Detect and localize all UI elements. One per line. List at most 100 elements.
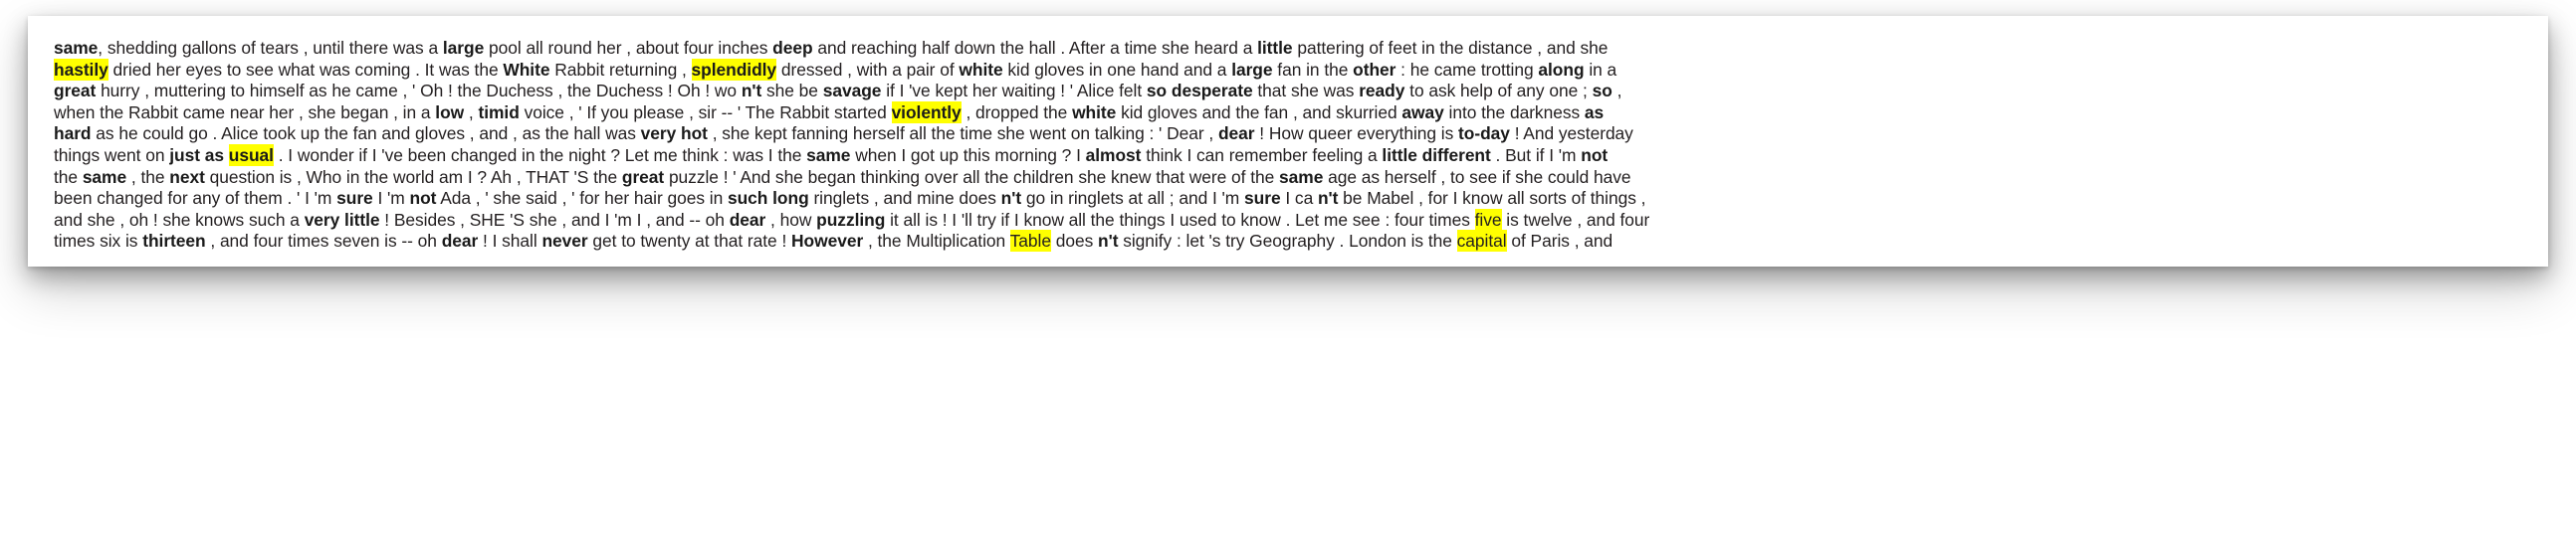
text-line: and she , oh ! she knows such a very lit… bbox=[54, 208, 2526, 232]
text-run: : he came trotting bbox=[1395, 59, 1539, 80]
text-run: think I can remember feeling a bbox=[1141, 144, 1383, 165]
bold-term: large bbox=[442, 38, 485, 58]
bold-term: low bbox=[435, 101, 465, 122]
bold-term: never bbox=[541, 231, 588, 252]
text-line: things went on just as usual . I wonder … bbox=[54, 143, 2526, 167]
text-run: kid gloves in one hand and a bbox=[1002, 59, 1232, 80]
highlighted-term[interactable]: splendidly bbox=[691, 58, 776, 81]
text-run: she be bbox=[761, 81, 823, 101]
bold-term: away bbox=[1401, 101, 1444, 122]
bold-term: large bbox=[1231, 59, 1273, 80]
bold-term: dear bbox=[441, 231, 479, 252]
bold-term: along bbox=[1538, 59, 1585, 80]
bold-term: White bbox=[503, 59, 550, 80]
text-run: , bbox=[1611, 81, 1622, 101]
text-line: same, shedding gallons of tears , until … bbox=[54, 38, 2526, 60]
text-run: when I got up this morning ? I bbox=[850, 144, 1086, 165]
text-run: signify : let 's try Geography . London … bbox=[1118, 231, 1457, 252]
text-run: voice , ' If you please , sir -- ' The R… bbox=[519, 101, 892, 122]
text-run: pattering of feet in the distance , and … bbox=[1292, 38, 1609, 58]
text-run: it all is ! I 'll try if I know all the … bbox=[885, 209, 1475, 230]
text-run: things went on bbox=[54, 144, 170, 165]
bold-term: just as bbox=[169, 144, 229, 165]
screenshot-root: same, shedding gallons of tears , until … bbox=[0, 0, 2576, 553]
highlighted-term[interactable]: five bbox=[1474, 208, 1502, 231]
text-run: I ca bbox=[1280, 188, 1318, 209]
bold-term: little different bbox=[1382, 144, 1491, 165]
text-run: , dropped the bbox=[961, 101, 1073, 122]
bold-term: timid bbox=[478, 101, 520, 122]
bold-term: puzzling bbox=[816, 209, 886, 230]
text-run: , and four times seven is -- oh bbox=[205, 231, 442, 252]
bold-term: n't bbox=[1317, 188, 1339, 209]
text-run: been changed for any of them . ' I 'm bbox=[54, 188, 337, 209]
text-line: hastily dried her eyes to see what was c… bbox=[54, 58, 2526, 82]
bold-term: thirteen bbox=[142, 231, 206, 252]
text-run: age as herself , to see if she could hav… bbox=[1323, 166, 1631, 187]
text-run: kid gloves and the fan , and skurried bbox=[1116, 101, 1402, 122]
text-page-card: same, shedding gallons of tears , until … bbox=[28, 16, 2548, 267]
text-run: times six is bbox=[54, 231, 143, 252]
text-run: is twelve , and four bbox=[1501, 209, 1650, 230]
bold-term: so desperate bbox=[1146, 81, 1253, 101]
highlighted-term[interactable]: Table bbox=[1009, 230, 1051, 253]
highlighted-term[interactable]: hastily bbox=[54, 58, 108, 81]
text-run: go in ringlets at all ; and I 'm bbox=[1021, 188, 1245, 209]
text-run: , how bbox=[765, 209, 817, 230]
bold-term: little bbox=[1257, 38, 1293, 58]
bold-term: savage bbox=[822, 81, 882, 101]
bold-term: white bbox=[959, 59, 1003, 80]
text-run: of Paris , and bbox=[1506, 231, 1613, 252]
text-run: Ada , ' she said , ' for her hair goes i… bbox=[436, 188, 728, 209]
bold-term: deep bbox=[772, 38, 813, 58]
bold-term: next bbox=[169, 166, 205, 187]
text-run: question is , Who in the world am I ? Ah… bbox=[204, 166, 622, 187]
text-line: the same , the next question is , Who in… bbox=[54, 167, 2526, 189]
text-run: in a bbox=[1584, 59, 1617, 80]
text-run: , the bbox=[126, 166, 170, 187]
highlighted-term[interactable]: capital bbox=[1456, 230, 1507, 253]
bold-term: sure bbox=[1244, 188, 1281, 209]
bold-term: ready bbox=[1359, 81, 1405, 101]
bold-term: n't bbox=[1000, 188, 1022, 209]
highlighted-term[interactable]: usual bbox=[228, 143, 274, 166]
bold-term: sure bbox=[336, 188, 373, 209]
bold-term: very hot bbox=[640, 123, 708, 144]
text-run: ! I shall bbox=[478, 231, 542, 252]
text-run: fan in the bbox=[1272, 59, 1354, 80]
text-line: times six is thirteen , and four times s… bbox=[54, 230, 2526, 253]
bold-term: such long bbox=[727, 188, 809, 209]
text-run: , she kept fanning herself all the time … bbox=[707, 123, 1218, 144]
bold-term: same bbox=[82, 166, 127, 187]
text-run: pool all round her , about four inches bbox=[484, 38, 773, 58]
text-run: ! And yesterday bbox=[1509, 123, 1633, 144]
text-run: ! Besides , SHE 'S she , and I 'm I , an… bbox=[379, 209, 730, 230]
bold-term: great bbox=[54, 81, 97, 101]
bold-term: same bbox=[1279, 166, 1324, 187]
text-run: into the darkness bbox=[1443, 101, 1585, 122]
text-run: , bbox=[464, 101, 479, 122]
bold-term: as bbox=[1584, 101, 1605, 122]
bold-term: great bbox=[621, 166, 665, 187]
text-run: ! How queer everything is bbox=[1254, 123, 1459, 144]
bold-term: other bbox=[1353, 59, 1396, 80]
bold-term: so bbox=[1592, 81, 1612, 101]
text-run: be Mabel , for I know all sorts of thing… bbox=[1338, 188, 1646, 209]
text-run: that she was bbox=[1252, 81, 1360, 101]
text-run: dried her eyes to see what was coming . … bbox=[107, 59, 504, 80]
highlighted-term[interactable]: violently bbox=[891, 100, 962, 123]
text-run: when the Rabbit came near her , she bega… bbox=[54, 101, 436, 122]
text-run: get to twenty at that rate ! bbox=[587, 231, 792, 252]
bold-term: dear bbox=[729, 209, 766, 230]
text-run: I 'm bbox=[372, 188, 410, 209]
text-run: if I 've kept her waiting ! ' Alice felt bbox=[881, 81, 1147, 101]
bold-term: hard bbox=[54, 123, 92, 144]
text-line: great hurry , muttering to himself as he… bbox=[54, 81, 2526, 102]
bold-term: same bbox=[54, 38, 99, 58]
text-run: as he could go . Alice took up the fan a… bbox=[91, 123, 641, 144]
bold-term: However bbox=[791, 231, 864, 252]
text-run: puzzle ! ' And she began thinking over a… bbox=[664, 166, 1280, 187]
bold-term: white bbox=[1072, 101, 1117, 122]
text-run: hurry , muttering to himself as he came … bbox=[96, 81, 742, 101]
text-run: , the Multiplication bbox=[863, 231, 1010, 252]
